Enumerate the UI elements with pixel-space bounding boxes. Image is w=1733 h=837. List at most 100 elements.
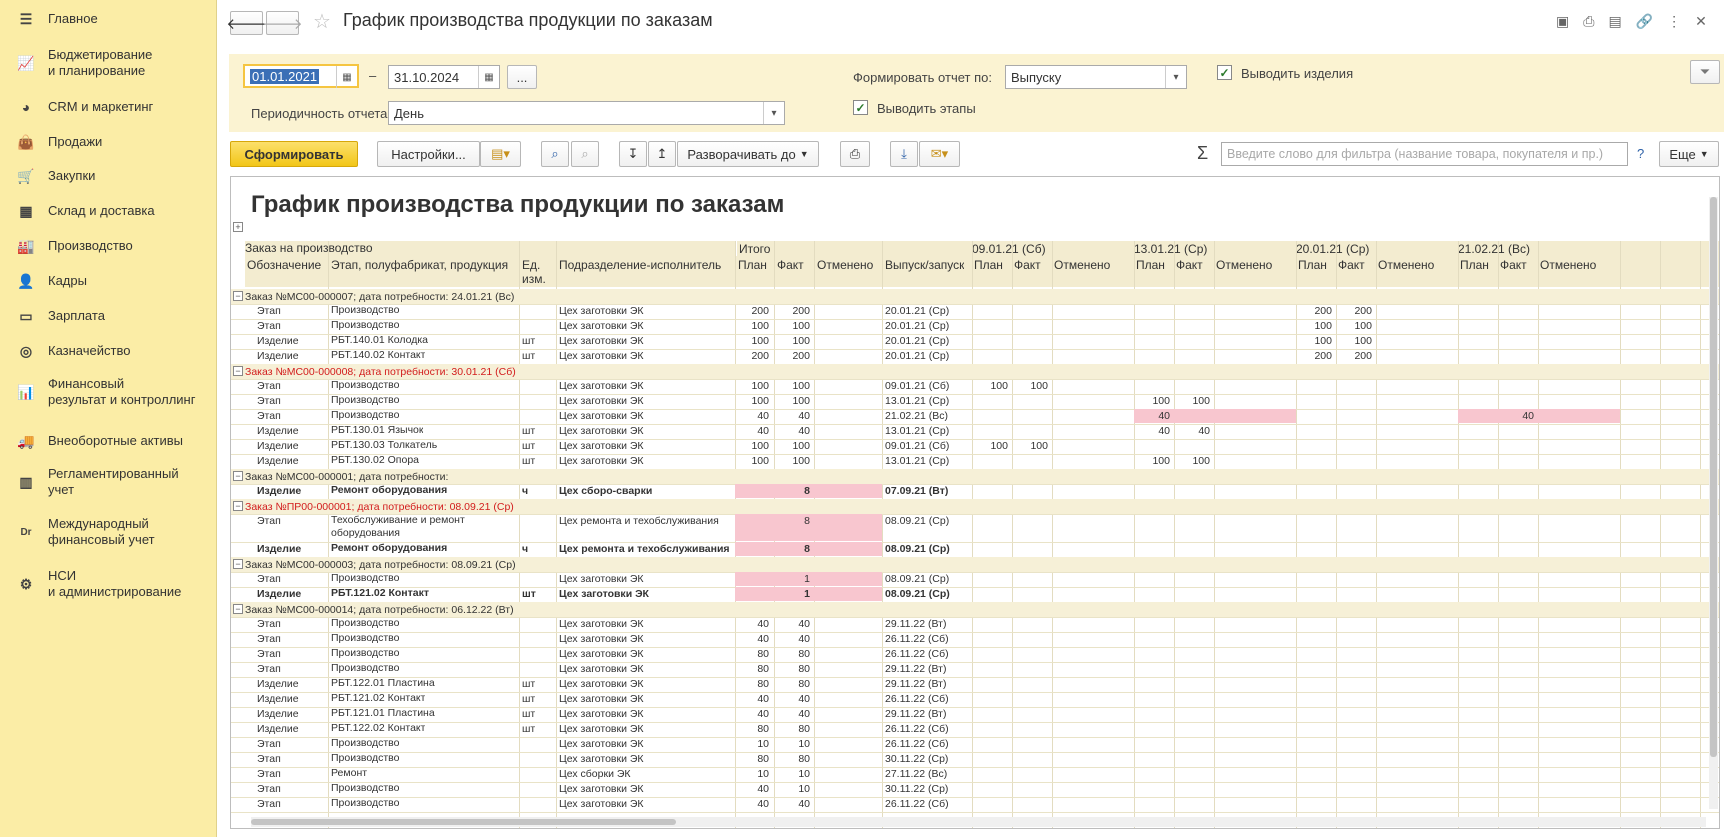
order-group-label[interactable]: Заказ №МС00-000001; дата потребности: <box>245 470 448 484</box>
row-total-fact: 200 <box>792 350 810 362</box>
sidebar-item-0[interactable]: ☰ Главное <box>0 8 217 30</box>
row-designation: Изделие <box>257 723 299 735</box>
sigma-icon[interactable]: Σ <box>1197 143 1208 164</box>
sidebar-item-1[interactable]: 📈 Бюджетирование и планирование <box>0 46 217 80</box>
grid-line <box>1012 241 1013 828</box>
scroll-thumb[interactable] <box>1710 197 1717 757</box>
forward-button[interactable]: 🡒 <box>262 11 303 35</box>
order-group-label[interactable]: Заказ №МС00-000014; дата потребности: 06… <box>245 603 514 617</box>
order-group-label[interactable]: Заказ №ПР00-000001; дата потребности: 08… <box>245 500 514 514</box>
row-total-fact: 40 <box>798 410 810 422</box>
sidebar-item-14[interactable]: ⚙ НСИ и администрирование <box>0 567 217 601</box>
collapse-group-box[interactable]: − <box>233 291 243 301</box>
scroll-thumb[interactable] <box>251 819 676 825</box>
sidebar-item-10[interactable]: 📊 Финансовый результат и контроллинг <box>0 375 217 409</box>
horizontal-scrollbar[interactable] <box>251 817 1706 827</box>
date-from-field[interactable]: 01.01.2021 ▦ <box>243 64 359 88</box>
help-button[interactable]: ? <box>1637 146 1644 161</box>
order-group-label[interactable]: Заказ №МС00-000007; дата потребности: 24… <box>245 290 514 304</box>
date-to-value: 31.10.2024 <box>394 69 460 85</box>
collapse-group-box[interactable]: − <box>233 471 243 481</box>
sidebar-item-3[interactable]: 👜 Продажи <box>0 131 217 153</box>
sidebar-item-4[interactable]: 🛒 Закупки <box>0 165 217 187</box>
generate-button[interactable]: Сформировать <box>230 141 358 167</box>
sidebar-item-5[interactable]: ▦ Склад и доставка <box>0 200 217 222</box>
row-designation: Этап <box>257 618 281 630</box>
show-stages-checkbox[interactable]: ✓ <box>853 100 868 115</box>
star-icon[interactable]: ☆ <box>313 9 331 34</box>
collapse-group-box[interactable]: − <box>233 366 243 376</box>
row-divider <box>231 752 1719 753</box>
row-divider <box>231 572 1719 573</box>
collapse-group-box[interactable]: − <box>233 501 243 511</box>
sidebar-item-12[interactable]: ▥ Регламентированный учет <box>0 465 217 499</box>
vertical-scrollbar[interactable] <box>1709 197 1718 809</box>
more-button[interactable]: Еще ▼ <box>1659 141 1719 167</box>
send-mail-button[interactable]: ✉▾ <box>919 141 960 167</box>
printer-icon: ⎙ <box>849 146 861 161</box>
form-by-select[interactable]: Выпуску ▾ <box>1005 65 1187 89</box>
calendar-icon[interactable]: ▦ <box>336 66 357 88</box>
print-button[interactable]: ⎙ <box>840 141 870 167</box>
expand-all-box[interactable]: + <box>233 222 243 232</box>
row-division: Цех заготовки ЭК <box>559 350 644 362</box>
expand-to-button[interactable]: Разворачивать до ▼ <box>677 141 819 167</box>
periodicity-select[interactable]: День ▾ <box>388 101 785 125</box>
row-divider <box>231 722 1719 723</box>
row-period-fact: 100 <box>1030 380 1048 392</box>
row-total-plan: 80 <box>757 648 769 660</box>
row-release-date: 20.01.21 (Ср) <box>885 350 950 362</box>
link-icon[interactable]: 🔗 <box>1636 13 1653 30</box>
more-vert-icon[interactable]: ⋮ <box>1667 13 1681 30</box>
row-division: Цех заготовки ЭК <box>559 588 649 600</box>
search-input[interactable]: Введите слово для фильтра (название това… <box>1221 142 1628 166</box>
column-fact: Факт <box>777 258 804 272</box>
show-items-checkbox[interactable]: ✓ <box>1217 65 1232 80</box>
order-group-label[interactable]: Заказ №МС00-000008; дата потребности: 30… <box>245 365 516 379</box>
sidebar-item-11[interactable]: 🚚 Внеоборотные активы <box>0 430 217 452</box>
sidebar-item-8[interactable]: ▭ Зарплата <box>0 305 217 327</box>
filter-settings-button[interactable]: ⏷ <box>1690 60 1720 84</box>
collapse-group-box[interactable]: − <box>233 559 243 569</box>
back-button[interactable]: 🡐 <box>226 11 267 35</box>
save-report-button[interactable]: ⤓ <box>890 141 918 167</box>
period-choose-button[interactable]: ... <box>507 65 537 89</box>
preview-icon[interactable]: ▤ <box>1608 13 1621 30</box>
grid-line <box>1458 241 1459 828</box>
sidebar-item-13[interactable]: Dr Международный финансовый учет <box>0 515 217 549</box>
search-button[interactable]: ⌕ <box>541 141 569 167</box>
row-stage: Производство <box>331 662 400 674</box>
sidebar-item-2[interactable]: ◕ CRM и маркетинг <box>0 96 217 118</box>
date-from-value: 01.01.2021 <box>250 68 320 84</box>
chevron-down-icon: ▼ <box>799 149 809 159</box>
row-stage: Производство <box>331 797 400 809</box>
print-icon[interactable]: ⎙ <box>1583 13 1594 30</box>
collapse-button[interactable]: ↥ <box>648 141 676 167</box>
sidebar-item-7[interactable]: 👤 Кадры <box>0 270 217 292</box>
row-division: Цех заготовки ЭК <box>559 395 644 407</box>
sidebar-item-6[interactable]: 🏭 Производство <box>0 235 217 257</box>
row-divider <box>231 349 1719 350</box>
row-stage: Производство <box>331 319 400 331</box>
save-icon[interactable]: ▣ <box>1556 13 1569 30</box>
order-group-label[interactable]: Заказ №МС00-000003; дата потребности: 08… <box>245 558 516 572</box>
sidebar-item-9[interactable]: ◎ Казначейство <box>0 340 217 362</box>
variant-button[interactable]: ▤▾ <box>480 141 521 167</box>
periods-header-bg <box>737 241 1719 256</box>
settings-button[interactable]: Настройки... <box>377 141 480 167</box>
calendar-icon[interactable]: ▦ <box>478 66 499 88</box>
row-designation: Изделие <box>257 440 299 452</box>
close-icon[interactable]: ✕ <box>1695 13 1707 30</box>
row-total-fact: 100 <box>792 455 810 467</box>
row-total-fact: 100 <box>792 320 810 332</box>
period-label: 13.01.21 (Ср) <box>1134 242 1208 256</box>
row-designation: Изделие <box>257 678 299 690</box>
collapse-group-box[interactable]: − <box>233 604 243 614</box>
row-release-date: 09.01.21 (Сб) <box>885 440 950 452</box>
row-total-plan: 40 <box>757 618 769 630</box>
date-to-field[interactable]: 31.10.2024 ▦ <box>388 65 500 89</box>
expand-button[interactable]: ↧ <box>619 141 647 167</box>
search-next-button[interactable]: ⌕ <box>571 141 599 167</box>
grid-line <box>882 241 883 828</box>
expand-icon: ↧ <box>627 146 639 161</box>
